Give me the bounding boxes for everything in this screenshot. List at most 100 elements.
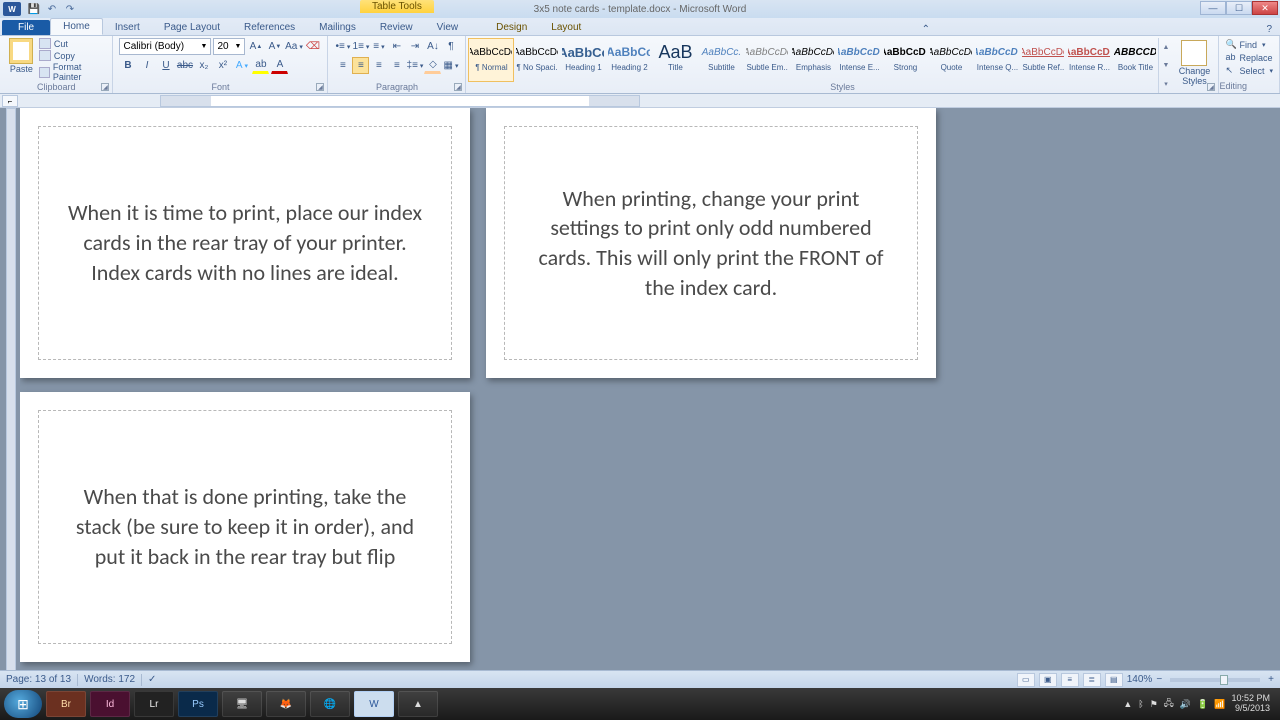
close-button[interactable]: ✕ [1252,1,1278,15]
clock[interactable]: 10:52 PM 9/5/2013 [1231,694,1276,714]
style-subtle-ref---[interactable]: AaBbCcDcSubtle Ref... [1020,38,1066,82]
tab-view[interactable]: View [425,20,471,35]
borders-button[interactable]: ▦▾ [442,57,459,74]
style---normal[interactable]: AaBbCcDc¶ Normal [468,38,514,82]
replace-button[interactable]: abReplace [1225,51,1273,64]
highlight-button[interactable]: ab [252,57,269,74]
taskbar-firefox[interactable]: 🦊 [266,691,306,717]
tab-file[interactable]: File [2,20,50,35]
styles-row-down[interactable]: ▼ [1159,56,1172,74]
align-center-button[interactable]: ≡ [352,57,369,74]
bluetooth-icon[interactable]: ᛒ [1138,699,1143,709]
save-icon[interactable]: 💾 [27,2,41,16]
volume-icon[interactable]: 🔊 [1180,699,1191,710]
web-layout-view[interactable]: ≡ [1061,673,1079,687]
full-screen-view[interactable]: ▣ [1039,673,1057,687]
style-quote[interactable]: AaBbCcDcQuote [928,38,974,82]
taskbar-app[interactable]: Br [46,691,86,717]
tab-insert[interactable]: Insert [103,20,152,35]
draft-view[interactable]: ▤ [1105,673,1123,687]
styles-row-up[interactable]: ▲ [1159,38,1172,56]
style-heading-2[interactable]: AaBbCcHeading 2 [606,38,652,82]
index-card[interactable]: When printing, change your print setting… [486,108,936,378]
style-emphasis[interactable]: AaBbCcDcEmphasis [790,38,836,82]
undo-icon[interactable]: ↶ [45,2,59,16]
underline-button[interactable]: U [157,57,174,74]
taskbar-app[interactable]: 🖥 [222,691,262,717]
tab-references[interactable]: References [232,20,307,35]
tab-home[interactable]: Home [50,18,103,35]
format-painter-button[interactable]: Format Painter [39,62,107,82]
tray-icon[interactable]: ⚑ [1150,699,1158,710]
index-card[interactable]: When it is time to print, place our inde… [20,108,470,378]
style-intense-e---[interactable]: AaBbCcDcIntense E... [836,38,882,82]
style-intense-q---[interactable]: AaBbCcDcIntense Q... [974,38,1020,82]
bold-button[interactable]: B [119,57,136,74]
style-heading-1[interactable]: AaBbCcHeading 1 [560,38,606,82]
style-subtle-em---[interactable]: AaBbCcDcSubtle Em... [744,38,790,82]
font-dialog-launcher[interactable]: ◢ [316,83,324,91]
tab-mailings[interactable]: Mailings [307,20,368,35]
style-title[interactable]: AaBTitle [652,38,698,82]
font-name-combo[interactable]: Calibri (Body)▼ [119,38,211,55]
zoom-level[interactable]: 140% [1127,674,1153,685]
font-size-combo[interactable]: 20▼ [213,38,245,55]
bullets-button[interactable]: •≡▾ [334,38,351,55]
change-case-button[interactable]: Aa▾ [285,38,302,55]
taskbar-word[interactable]: W [354,691,394,717]
print-layout-view[interactable]: ▭ [1017,673,1035,687]
grow-font-button[interactable]: A▲ [247,38,264,55]
font-color-button[interactable]: A [271,57,288,74]
zoom-in-button[interactable]: + [1268,674,1274,685]
tray-icon[interactable]: ▲ [1123,699,1132,709]
increase-indent-button[interactable]: ⇥ [406,38,423,55]
outline-view[interactable]: ≣ [1083,673,1101,687]
zoom-slider[interactable] [1170,678,1260,682]
align-left-button[interactable]: ≡ [334,57,351,74]
strikethrough-button[interactable]: abc [176,57,193,74]
style-strong[interactable]: AaBbCcDcStrong [882,38,928,82]
line-spacing-button[interactable]: ‡≡▾ [406,57,423,74]
paste-button[interactable]: Paste [6,38,37,80]
tab-design[interactable]: Design [484,20,539,35]
network-icon[interactable]: 🖧 [1164,696,1174,712]
taskbar-app[interactable]: Lr [134,691,174,717]
horizontal-ruler[interactable] [160,95,640,107]
proofing-icon[interactable]: ✓ [148,674,156,685]
paragraph-dialog-launcher[interactable]: ◢ [454,83,462,91]
decrease-indent-button[interactable]: ⇤ [388,38,405,55]
page-indicator[interactable]: Page: 13 of 13 [6,674,71,685]
maximize-button[interactable]: ☐ [1226,1,1252,15]
help-icon[interactable]: ? [1266,24,1272,35]
multilevel-button[interactable]: ≡▾ [370,38,387,55]
word-count[interactable]: Words: 172 [84,674,135,685]
tab-review[interactable]: Review [368,20,425,35]
italic-button[interactable]: I [138,57,155,74]
style-book-title[interactable]: AABBCCDCBook Title [1112,38,1158,82]
vertical-ruler[interactable] [6,108,16,694]
tab-selector[interactable]: ⌐ [2,95,18,107]
clipboard-dialog-launcher[interactable]: ◢ [101,83,109,91]
taskbar-vlc[interactable]: ▲ [398,691,438,717]
taskbar-chrome[interactable]: 🌐 [310,691,350,717]
clear-formatting-button[interactable]: ⌫ [304,38,321,55]
tab-layout[interactable]: Layout [539,20,593,35]
index-card[interactable]: When that is done printing, take the sta… [20,392,470,662]
battery-icon[interactable]: 🔋 [1197,699,1208,710]
ribbon-minimize-icon[interactable]: ⌃ [922,24,930,35]
copy-button[interactable]: Copy [39,50,107,61]
find-button[interactable]: 🔍Find▾ [1225,38,1273,51]
start-button[interactable]: ⊞ [4,690,42,718]
select-button[interactable]: ↖Select▾ [1225,64,1273,77]
tab-page-layout[interactable]: Page Layout [152,20,232,35]
minimize-button[interactable]: — [1200,1,1226,15]
superscript-button[interactable]: x² [214,57,231,74]
show-marks-button[interactable]: ¶ [442,38,459,55]
sort-button[interactable]: A↓ [424,38,441,55]
document-canvas[interactable]: When it is time to print, place our inde… [20,108,1262,694]
numbering-button[interactable]: 1≡▾ [352,38,369,55]
taskbar-app[interactable]: Ps [178,691,218,717]
taskbar-app[interactable]: Id [90,691,130,717]
wifi-icon[interactable]: 📶 [1214,699,1225,710]
redo-icon[interactable]: ↷ [63,2,77,16]
